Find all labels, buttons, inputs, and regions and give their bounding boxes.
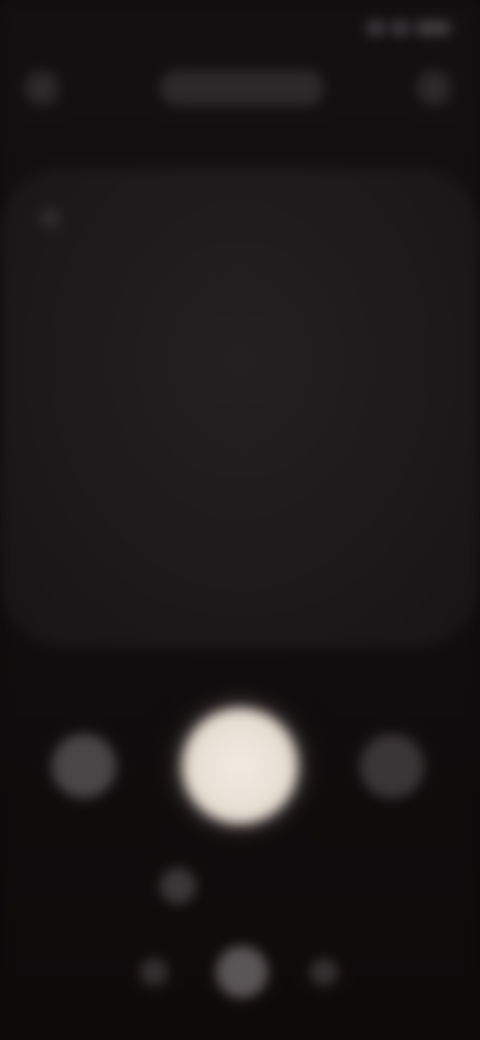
switcher-option-2[interactable]	[216, 946, 268, 998]
status-time	[30, 18, 90, 38]
more-icon[interactable]: ⋮	[416, 70, 452, 106]
shutter-button[interactable]	[182, 708, 298, 824]
camera-controls	[0, 690, 480, 850]
focus-icon	[40, 208, 60, 228]
camera-screen: ‹ ⋮	[0, 0, 480, 1040]
signal-icon	[392, 22, 408, 34]
bottom-switcher	[120, 930, 360, 1010]
camera-viewfinder[interactable]	[0, 168, 480, 648]
status-icons	[350, 18, 450, 38]
wifi-icon	[368, 22, 384, 34]
back-icon[interactable]: ‹	[24, 70, 60, 106]
mode-label	[206, 876, 306, 896]
status-bar	[0, 0, 480, 56]
gallery-thumbnail-button[interactable]	[52, 734, 116, 798]
battery-icon	[416, 22, 450, 34]
mode-selector[interactable]	[150, 864, 320, 908]
switcher-option-1[interactable]	[140, 958, 168, 986]
screen-title	[160, 70, 324, 106]
top-bar: ‹ ⋮	[0, 56, 480, 120]
switch-camera-button[interactable]	[360, 734, 424, 798]
switcher-option-3[interactable]	[310, 958, 338, 986]
mode-icon	[160, 868, 196, 904]
